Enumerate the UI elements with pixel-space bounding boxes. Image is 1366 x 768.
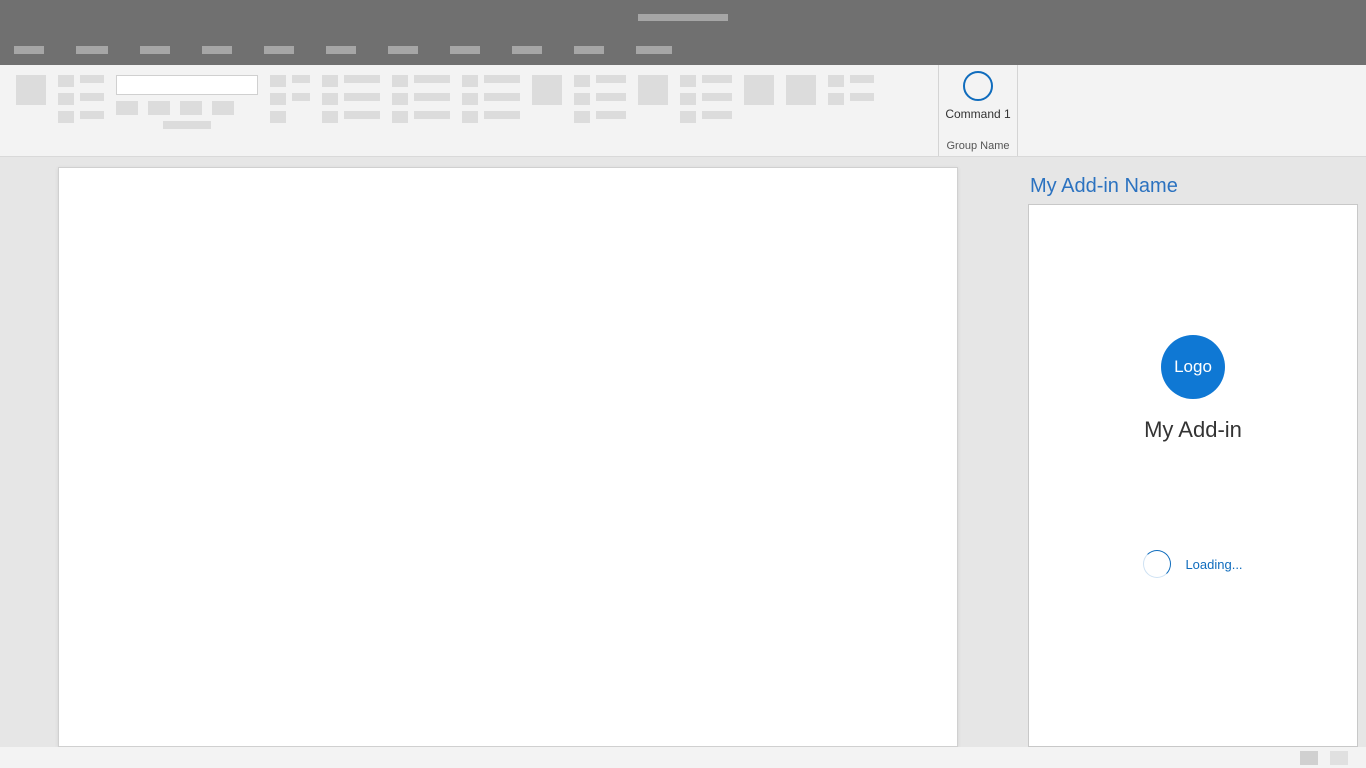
title-bar	[0, 0, 1366, 34]
ribbon-tab[interactable]	[512, 46, 542, 54]
ribbon-groups	[0, 65, 886, 156]
task-pane-title: My Add-in Name	[1028, 167, 1358, 204]
view-button[interactable]	[1330, 751, 1348, 765]
ribbon-tab[interactable]	[636, 46, 672, 54]
ribbon-tab[interactable]	[450, 46, 480, 54]
ribbon-tab[interactable]	[140, 46, 170, 54]
spinner-icon	[1143, 550, 1171, 578]
font-dropdown[interactable]	[116, 75, 258, 95]
document-canvas[interactable]	[58, 167, 958, 747]
loading-text: Loading...	[1185, 557, 1242, 572]
title-placeholder	[638, 14, 728, 21]
command-icon	[963, 71, 993, 101]
command-label: Command 1	[945, 107, 1010, 121]
ribbon-tab[interactable]	[76, 46, 108, 54]
ribbon-tab[interactable]	[264, 46, 294, 54]
task-pane: My Add-in Name Logo My Add-in Loading...	[1028, 167, 1358, 747]
ribbon-tab[interactable]	[326, 46, 356, 54]
ribbon-addin-command[interactable]: Command 1 Group Name	[938, 65, 1018, 156]
ribbon: Command 1 Group Name	[0, 65, 1366, 157]
ribbon-tab[interactable]	[202, 46, 232, 54]
workspace: My Add-in Name Logo My Add-in Loading...	[0, 157, 1366, 747]
ribbon-tab[interactable]	[574, 46, 604, 54]
logo-text: Logo	[1174, 357, 1212, 377]
loading-indicator: Loading...	[1143, 550, 1242, 578]
view-button[interactable]	[1300, 751, 1318, 765]
status-bar	[0, 747, 1366, 768]
addin-name-label: My Add-in	[1144, 417, 1242, 443]
task-pane-body: Logo My Add-in Loading...	[1028, 204, 1358, 747]
ribbon-tab[interactable]	[388, 46, 418, 54]
ribbon-group-label: Group Name	[947, 140, 1010, 152]
addin-logo: Logo	[1161, 335, 1225, 399]
ribbon-tab[interactable]	[14, 46, 44, 54]
ribbon-tab-bar	[0, 34, 1366, 65]
